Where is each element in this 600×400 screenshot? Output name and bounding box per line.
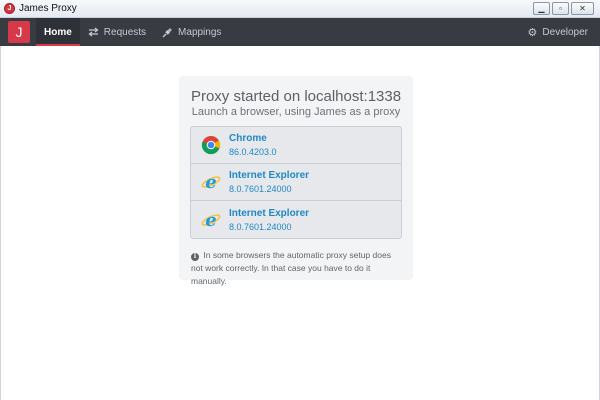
svg-text:e: e xyxy=(205,172,216,192)
browser-info: Internet Explorer 8.0.7601.24000 xyxy=(229,170,309,194)
minimize-icon: ▁ xyxy=(538,3,545,13)
window-titlebar: J James Proxy ▁ ▫ ✕ xyxy=(0,0,600,18)
browser-name: Internet Explorer xyxy=(229,207,310,219)
close-button[interactable]: ✕ xyxy=(571,2,594,15)
browser-item-chrome[interactable]: Chrome 86.0.4203.0 xyxy=(191,127,401,164)
maximize-button[interactable]: ▫ xyxy=(552,2,569,15)
nav-item-mappings[interactable]: Mappings xyxy=(154,18,229,46)
browser-info: Internet Explorer 8.0.7601.24000 xyxy=(229,208,309,232)
main-content: Proxy started on localhost:1338 Launch a… xyxy=(0,46,600,400)
browser-version: 8.0.7601.24000 xyxy=(229,221,292,232)
internet-explorer-icon: e xyxy=(201,210,221,230)
panel-title: Proxy started on localhost:1338 xyxy=(190,88,402,105)
navbar: J Home Requests Mappings ⚙ Developer xyxy=(0,18,600,46)
internet-explorer-icon: e xyxy=(201,172,221,192)
exchange-arrows-icon xyxy=(88,27,99,37)
browser-item-internet-explorer[interactable]: e Internet Explorer 8.0.7601.24000 xyxy=(191,201,401,238)
nav-item-label: Mappings xyxy=(178,26,222,38)
app-icon: J xyxy=(4,3,15,14)
nav-item-label: Home xyxy=(44,26,72,38)
panel-subtitle: Launch a browser, using James as a proxy xyxy=(191,106,401,118)
browser-item-internet-explorer[interactable]: e Internet Explorer 8.0.7601.24000 xyxy=(191,164,401,201)
nav-item-label: Developer xyxy=(542,26,588,38)
browser-name: Internet Explorer xyxy=(229,170,310,181)
info-icon: i xyxy=(191,253,199,261)
nav-item-developer[interactable]: ⚙ Developer xyxy=(520,18,600,46)
browser-version: 8.0.7601.24000 xyxy=(229,184,292,194)
close-icon: ✕ xyxy=(579,3,586,13)
window-controls: ▁ ▫ ✕ xyxy=(533,2,594,15)
svg-text:e: e xyxy=(205,210,216,230)
proxy-panel: Proxy started on localhost:1338 Launch a… xyxy=(179,76,413,286)
window-title: James Proxy xyxy=(19,3,77,14)
brand-letter: J xyxy=(15,24,23,40)
nav-item-requests[interactable]: Requests xyxy=(80,18,154,46)
maximize-icon: ▫ xyxy=(559,3,562,13)
proxy-notice: i In some browsers the automatic proxy s… xyxy=(191,249,401,288)
browser-name: Chrome xyxy=(229,133,267,144)
chrome-icon xyxy=(201,136,221,155)
browser-version: 86.0.4203.0 xyxy=(229,147,277,157)
gear-icon: ⚙ xyxy=(527,26,538,39)
brand-logo[interactable]: J xyxy=(8,21,30,43)
notice-text: In some browsers the automatic proxy set… xyxy=(191,250,391,286)
app-icon-letter: J xyxy=(7,5,12,12)
browser-list: Chrome 86.0.4203.0 e Internet Explorer 8… xyxy=(190,126,402,239)
minimize-button[interactable]: ▁ xyxy=(533,2,550,15)
browser-info: Chrome 86.0.4203.0 xyxy=(229,133,277,157)
nav-item-label: Requests xyxy=(103,26,147,38)
nav-item-home[interactable]: Home xyxy=(36,18,80,46)
plug-icon xyxy=(162,27,172,37)
